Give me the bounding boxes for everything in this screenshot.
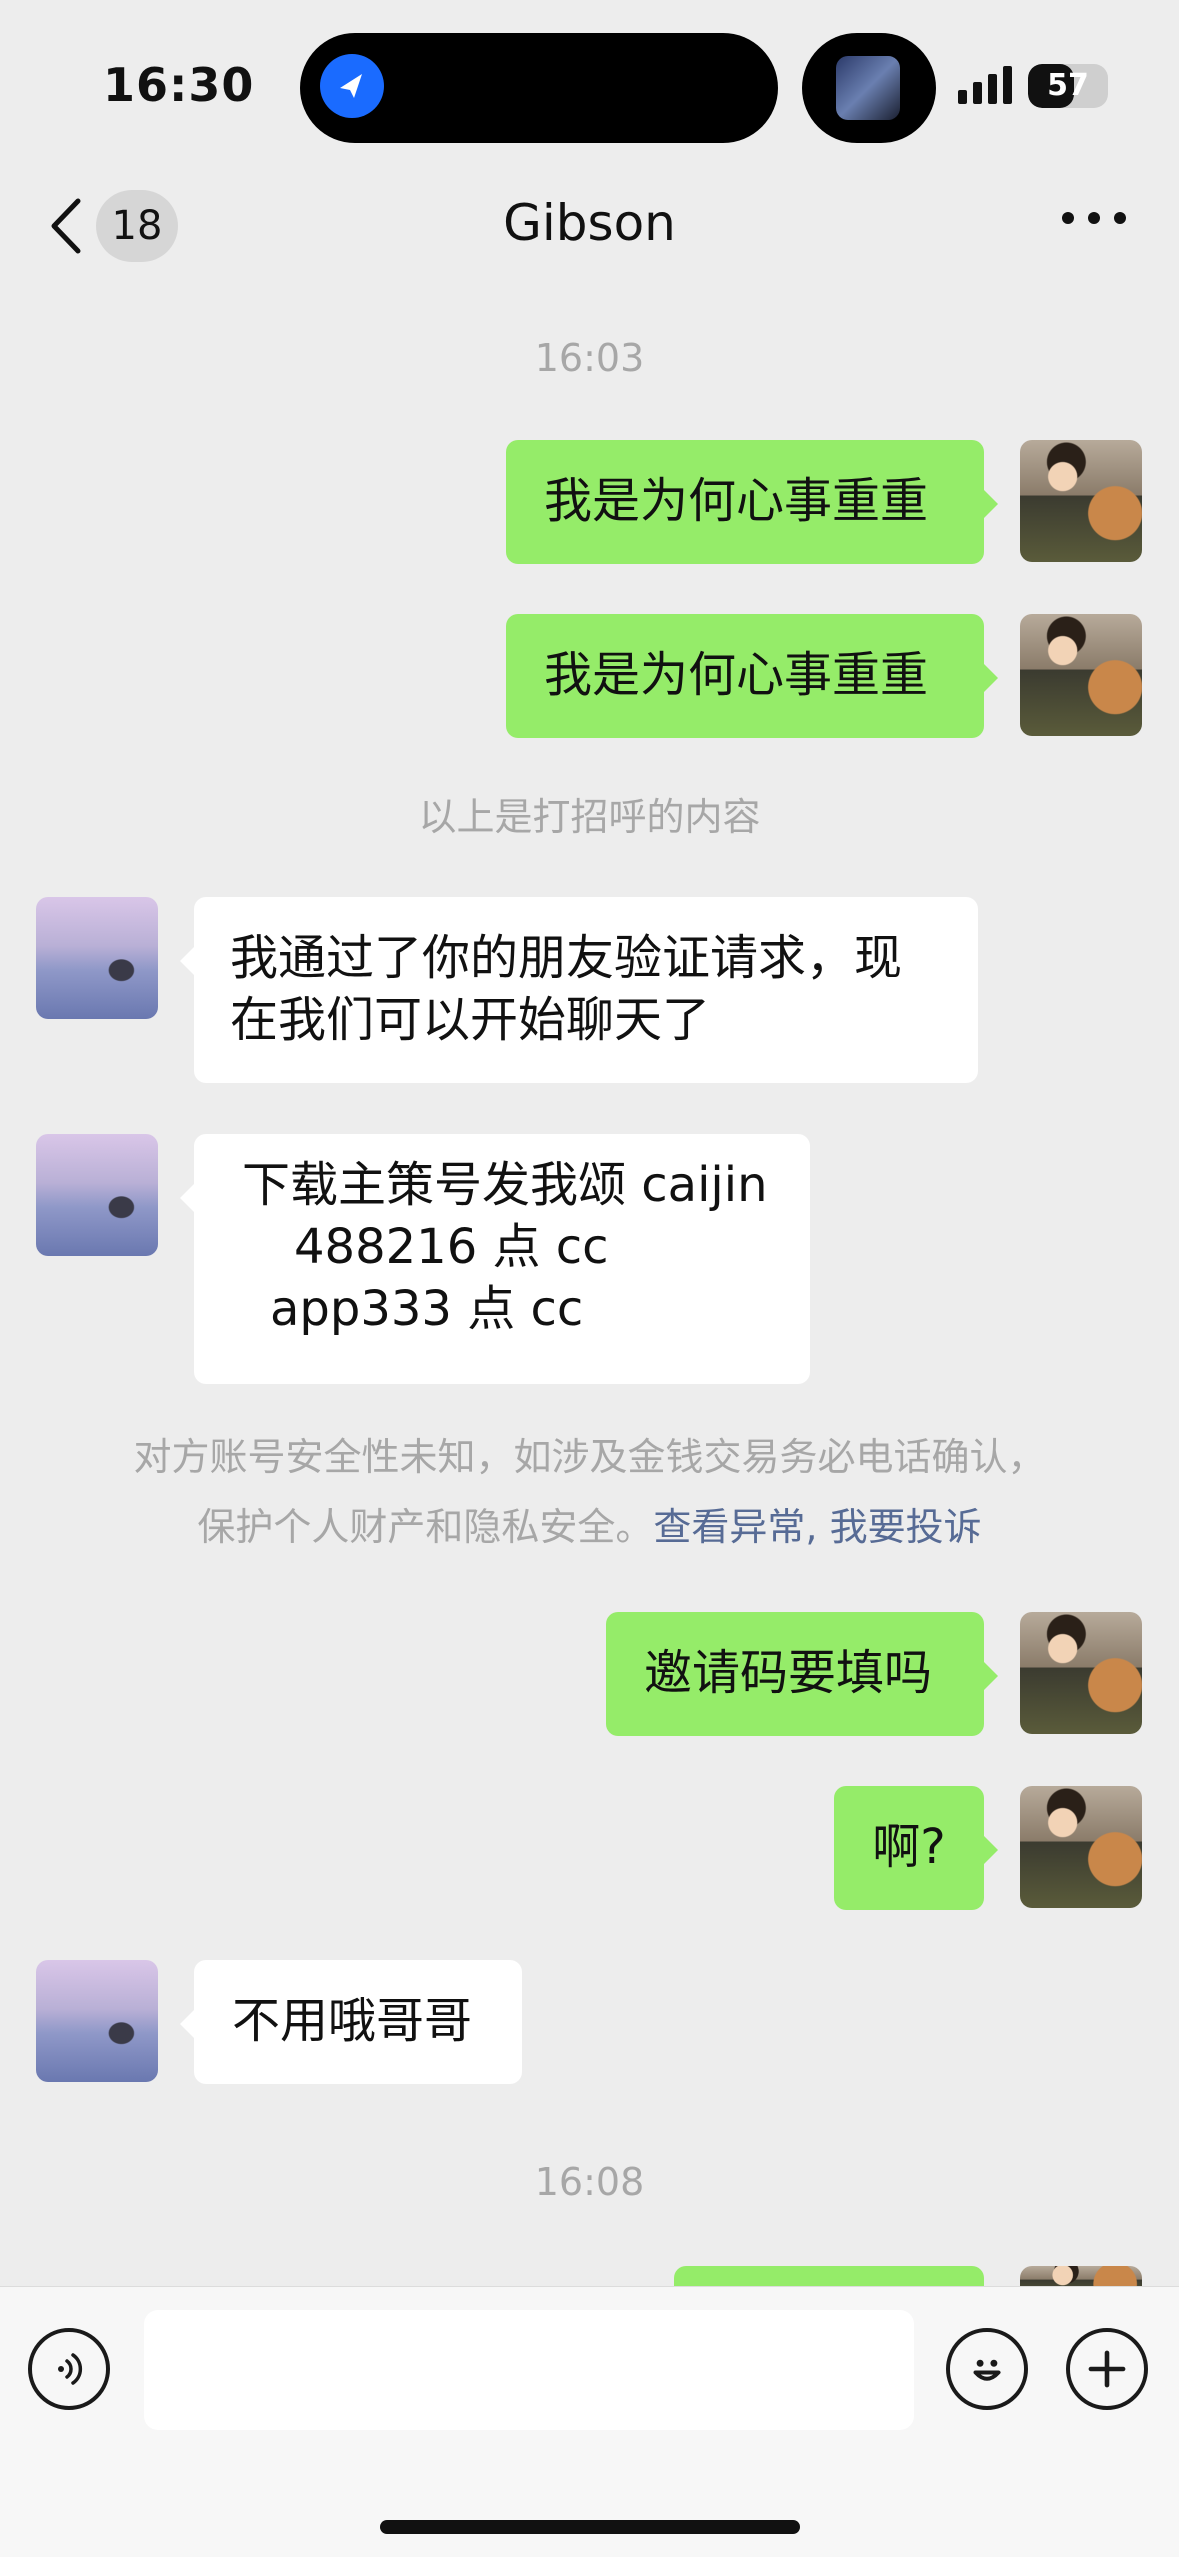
battery-icon: 57: [1028, 64, 1108, 108]
status-time: 16:30: [103, 58, 255, 112]
link-separator: ,: [805, 1505, 830, 1549]
security-note-line1: 对方账号安全性未知，如涉及金钱交易务必电话确认，: [133, 1435, 1046, 1479]
battery-percent: 57: [1047, 68, 1089, 103]
security-notice: 对方账号安全性未知，如涉及金钱交易务必电话确认， 保护个人财产和隐私安全。查看异…: [80, 1422, 1099, 1562]
chat-title: Gibson: [503, 194, 676, 252]
message-line: app333 点 cc: [270, 1281, 584, 1337]
my-avatar[interactable]: [1020, 1612, 1142, 1734]
timestamp: 16:03: [534, 336, 645, 380]
security-note-line2: 保护个人财产和隐私安全。: [197, 1505, 654, 1549]
received-message[interactable]: 我通过了你的朋友验证请求，现在我们可以开始聊天了: [180, 897, 978, 1083]
sent-message[interactable]: 邀请码要填吗: [606, 1612, 998, 1736]
sent-message[interactable]: 我是为何心事重重: [506, 440, 998, 564]
contact-avatar[interactable]: [36, 1960, 158, 2082]
emoji-icon[interactable]: [946, 2328, 1028, 2410]
app-icon[interactable]: [320, 54, 384, 118]
contact-avatar[interactable]: [36, 1134, 158, 1256]
message-line: 下载主策号发我颂 caijin: [242, 1157, 768, 1213]
received-message[interactable]: 不用哦哥哥: [180, 1960, 522, 2084]
plus-icon[interactable]: [1066, 2328, 1148, 2410]
timestamp: 16:08: [534, 2160, 645, 2204]
sent-message[interactable]: 我是为何心事重重: [506, 614, 998, 738]
my-avatar[interactable]: [1020, 1786, 1142, 1908]
message-line: 488216 点 cc: [294, 1219, 609, 1275]
voice-icon[interactable]: [28, 2328, 110, 2410]
home-indicator[interactable]: [380, 2520, 800, 2534]
my-avatar[interactable]: [1020, 440, 1142, 562]
report-link[interactable]: 我要投诉: [830, 1505, 982, 1549]
view-anomaly-link[interactable]: 查看异常: [653, 1505, 805, 1549]
received-message[interactable]: 下载主策号发我颂 caijin 488216 点 cc app333 点 cc: [180, 1134, 810, 1384]
media-thumbnail[interactable]: [836, 56, 900, 120]
more-icon[interactable]: [1062, 212, 1126, 224]
message-input[interactable]: [144, 2310, 914, 2430]
greeting-note: 以上是打招呼的内容: [418, 795, 761, 839]
contact-avatar[interactable]: [36, 897, 158, 1019]
sent-message[interactable]: 啊?: [834, 1786, 998, 1910]
signal-icon: [958, 66, 1012, 104]
my-avatar[interactable]: [1020, 614, 1142, 736]
